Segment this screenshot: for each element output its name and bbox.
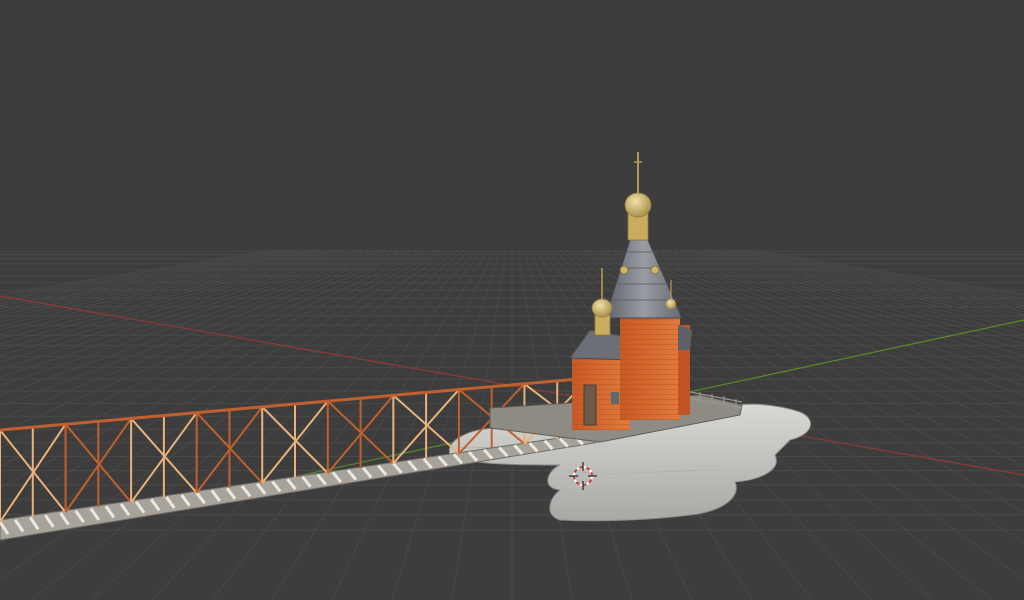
grid-line [211, 249, 483, 600]
church-window [611, 392, 619, 404]
3d-viewport[interactable] [0, 0, 1024, 600]
bridge-deck [0, 431, 601, 541]
grid-line [391, 249, 501, 600]
church[interactable] [569, 152, 692, 430]
viewport-canvas[interactable] [0, 0, 1024, 600]
church-door [583, 384, 597, 426]
grid-line [271, 249, 489, 600]
